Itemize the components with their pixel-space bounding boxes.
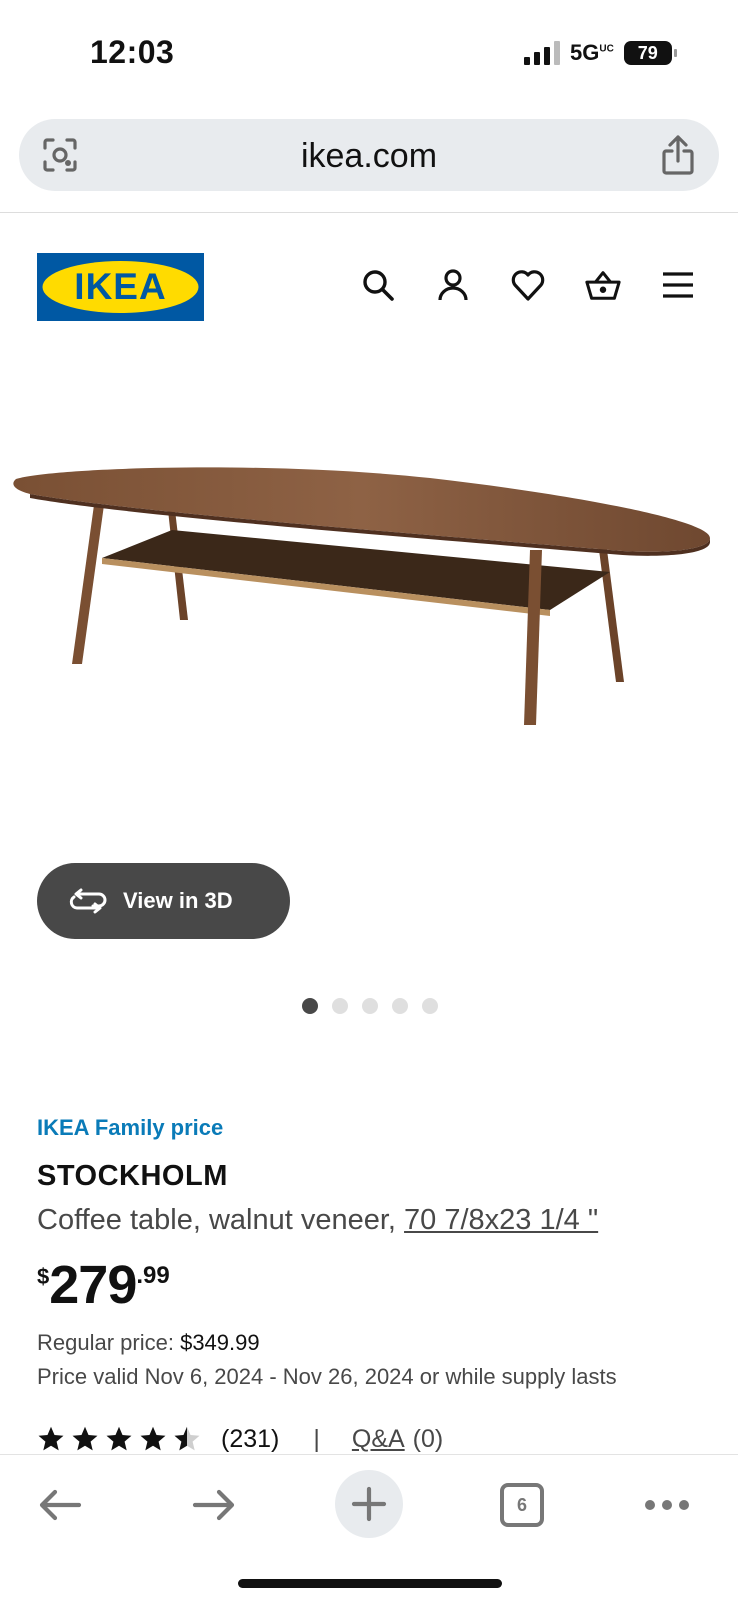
home-indicator <box>238 1579 502 1588</box>
forward-button[interactable] <box>182 1473 246 1537</box>
battery-icon: 79 <box>623 41 677 65</box>
product-description: Coffee table, walnut veneer, 70 7/8x23 1… <box>37 1204 598 1237</box>
qa-link[interactable]: Q&A (0) <box>352 1425 443 1454</box>
menu-icon[interactable] <box>660 267 696 303</box>
carousel-dot[interactable] <box>422 998 438 1014</box>
product-image[interactable] <box>10 460 730 750</box>
tabs-icon: 6 <box>500 1483 544 1527</box>
forward-arrow-icon <box>192 1489 235 1521</box>
price-integer: 279 <box>49 1255 137 1315</box>
toolbar-divider <box>0 212 738 213</box>
signal-icon <box>524 41 560 65</box>
carousel-dot[interactable] <box>302 998 318 1014</box>
basket-icon[interactable] <box>585 267 621 303</box>
more-icon <box>645 1500 689 1510</box>
status-time: 12:03 <box>90 34 175 70</box>
svg-text:IKEA: IKEA <box>74 266 166 307</box>
rating-row: (231) | Q&A (0) <box>37 1424 443 1454</box>
family-price-label: IKEA Family price <box>37 1115 224 1140</box>
price-currency: $ <box>37 1264 50 1289</box>
network-label: 5GUC <box>570 40 614 65</box>
url-bar[interactable]: ikea.com <box>19 119 719 191</box>
star-full-icon <box>106 1426 132 1451</box>
star-full-icon <box>38 1426 64 1451</box>
tabs-button[interactable]: 6 <box>490 1473 554 1537</box>
search-icon[interactable] <box>360 267 396 303</box>
share-icon[interactable] <box>659 133 697 177</box>
review-count[interactable]: (231) <box>221 1425 279 1454</box>
product-description-text: Coffee table, walnut veneer, <box>37 1204 405 1236</box>
product-name: STOCKHOLM <box>37 1160 228 1192</box>
plus-icon <box>351 1486 387 1522</box>
account-icon[interactable] <box>435 267 471 303</box>
rotate-3d-icon <box>69 888 107 914</box>
status-bar: 12:03 5GUC 79 <box>0 0 738 110</box>
product-price: $ 279 .99 <box>37 1258 170 1312</box>
status-indicators: 5GUC 79 <box>524 40 677 66</box>
carousel-dot[interactable] <box>332 998 348 1014</box>
carousel-dot[interactable] <box>392 998 408 1014</box>
view-in-3d-button[interactable]: View in 3D <box>37 863 290 939</box>
price-validity: Price valid Nov 6, 2024 - Nov 26, 2024 o… <box>37 1364 617 1389</box>
rating-stars[interactable] <box>37 1425 201 1453</box>
view-in-3d-label: View in 3D <box>123 888 233 913</box>
qa-count: (0) <box>412 1424 444 1453</box>
back-button[interactable] <box>28 1473 92 1537</box>
url-text[interactable]: ikea.com <box>19 137 719 176</box>
price-decimal: .99 <box>136 1262 170 1289</box>
qa-label[interactable]: Q&A <box>352 1425 405 1454</box>
star-full-icon <box>72 1426 98 1451</box>
carousel-dot[interactable] <box>362 998 378 1014</box>
rating-separator: | <box>313 1424 320 1453</box>
regular-price-label: Regular price: <box>37 1330 181 1355</box>
carousel-dots <box>302 998 438 1014</box>
more-button[interactable] <box>635 1473 699 1537</box>
regular-price: Regular price: $349.99 <box>37 1330 260 1356</box>
header-icons <box>360 267 696 303</box>
star-half-icon <box>174 1426 200 1451</box>
new-tab-button[interactable] <box>335 1470 403 1538</box>
star-full-icon <box>140 1426 166 1451</box>
product-dimensions-link[interactable]: 70 7/8x23 1/4 " <box>404 1204 598 1236</box>
heart-icon[interactable] <box>510 267 546 303</box>
ikea-logo[interactable]: IKEA <box>37 253 204 321</box>
back-arrow-icon <box>39 1489 82 1521</box>
regular-price-value: $349.99 <box>180 1330 260 1355</box>
